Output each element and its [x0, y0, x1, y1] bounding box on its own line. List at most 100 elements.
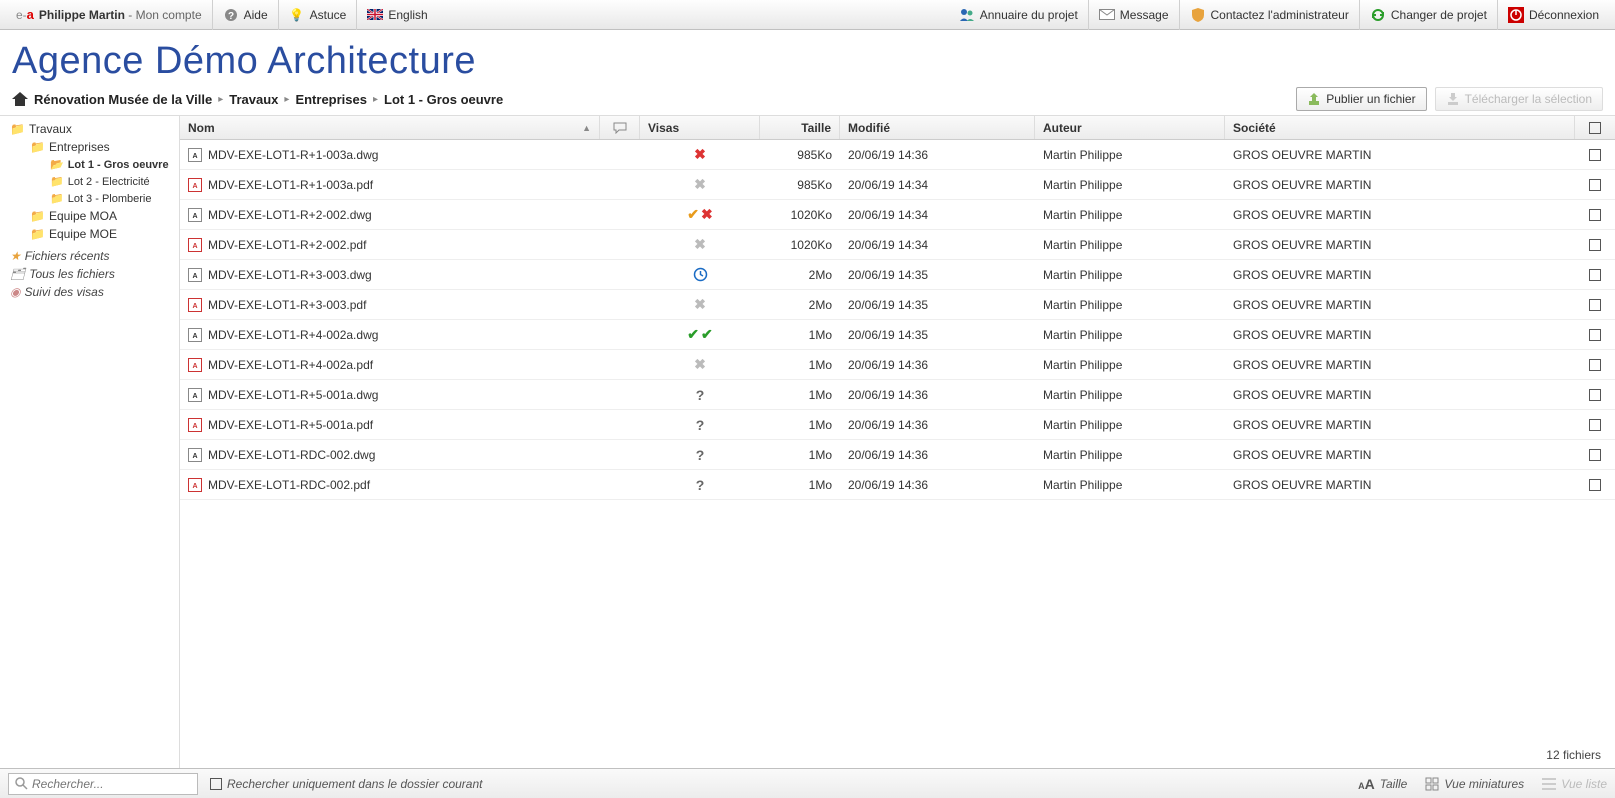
- search-current-folder-toggle[interactable]: Rechercher uniquement dans le dossier co…: [210, 777, 482, 791]
- column-author[interactable]: Auteur: [1035, 116, 1225, 139]
- search-input[interactable]: [32, 777, 191, 791]
- modified-cell: 20/06/19 14:34: [840, 178, 1035, 192]
- search-box[interactable]: [8, 773, 198, 795]
- row-checkbox[interactable]: [1589, 209, 1601, 221]
- row-checkbox[interactable]: [1589, 449, 1601, 461]
- table-row[interactable]: AMDV-EXE-LOT1-R+1-003a.dwg✖985Ko20/06/19…: [180, 140, 1615, 170]
- sidebar-item-recent[interactable]: ★Fichiers récents: [0, 247, 179, 265]
- change-project-button[interactable]: Changer de projet: [1360, 0, 1498, 30]
- visa-cell: ✖: [640, 356, 760, 373]
- column-name[interactable]: Nom▲: [180, 116, 600, 139]
- column-size[interactable]: Taille: [760, 116, 840, 139]
- view-thumbnails-button[interactable]: Vue miniatures: [1425, 777, 1524, 791]
- company-cell: GROS OEUVRE MARTIN: [1225, 238, 1575, 252]
- company-cell: GROS OEUVRE MARTIN: [1225, 178, 1575, 192]
- table-row[interactable]: AMDV-EXE-LOT1-R+3-003.dwg2Mo20/06/19 14:…: [180, 260, 1615, 290]
- table-row[interactable]: AMDV-EXE-LOT1-RDC-002.pdf?1Mo20/06/19 14…: [180, 470, 1615, 500]
- sidebar-item-lot3[interactable]: 📁Lot 3 - Plomberie: [0, 190, 179, 207]
- language-button[interactable]: English: [357, 0, 437, 30]
- modified-cell: 20/06/19 14:36: [840, 388, 1035, 402]
- visa-cell: ✖: [640, 236, 760, 253]
- file-name: MDV-EXE-LOT1-R+1-003a.pdf: [208, 178, 373, 192]
- column-select-all[interactable]: [1575, 116, 1615, 139]
- row-checkbox[interactable]: [1589, 179, 1601, 191]
- message-button[interactable]: Message: [1089, 0, 1180, 30]
- sidebar-item-lot1[interactable]: 📂Lot 1 - Gros oeuvre: [0, 156, 179, 173]
- row-checkbox[interactable]: [1589, 359, 1601, 371]
- breadcrumb-item[interactable]: Entreprises: [295, 92, 367, 107]
- sidebar-item-lot2[interactable]: 📁Lot 2 - Electricité: [0, 173, 179, 190]
- breadcrumb-item[interactable]: Travaux: [229, 92, 278, 107]
- directory-button[interactable]: Annuaire du projet: [949, 0, 1089, 30]
- table-row[interactable]: AMDV-EXE-LOT1-R+2-002.pdf✖1020Ko20/06/19…: [180, 230, 1615, 260]
- author-cell: Martin Philippe: [1035, 328, 1225, 342]
- table-row[interactable]: AMDV-EXE-LOT1-R+4-002a.pdf✖1Mo20/06/19 1…: [180, 350, 1615, 380]
- sort-asc-icon: ▲: [582, 123, 591, 133]
- row-checkbox[interactable]: [1589, 299, 1601, 311]
- breadcrumb-item[interactable]: Rénovation Musée de la Ville: [34, 92, 212, 107]
- comment-icon: [613, 122, 627, 134]
- company-cell: GROS OEUVRE MARTIN: [1225, 268, 1575, 282]
- table-row[interactable]: AMDV-EXE-LOT1-R+3-003.pdf✖2Mo20/06/19 14…: [180, 290, 1615, 320]
- dwg-file-icon: A: [188, 268, 202, 282]
- row-checkbox[interactable]: [1589, 149, 1601, 161]
- size-cell: 1Mo: [760, 478, 840, 492]
- pdf-file-icon: A: [188, 358, 202, 372]
- cross-icon: ✖: [694, 356, 706, 373]
- breadcrumb-item[interactable]: Lot 1 - Gros oeuvre: [384, 92, 503, 107]
- sidebar-item-moa[interactable]: 📁Equipe MOA: [0, 207, 179, 225]
- svg-text:A: A: [192, 393, 197, 400]
- tip-button[interactable]: 💡 Astuce: [279, 0, 358, 30]
- row-checkbox[interactable]: [1589, 419, 1601, 431]
- account-menu[interactable]: e-a Philippe Martin - Mon compte: [6, 0, 213, 30]
- row-checkbox[interactable]: [1589, 389, 1601, 401]
- change-project-label: Changer de projet: [1391, 8, 1487, 22]
- tip-label: Astuce: [310, 8, 347, 22]
- file-list: Nom▲ Visas Taille Modifié Auteur Société…: [180, 116, 1615, 768]
- pdf-file-icon: A: [188, 418, 202, 432]
- company-cell: GROS OEUVRE MARTIN: [1225, 298, 1575, 312]
- star-icon: ★: [10, 249, 21, 263]
- question-icon: ?: [696, 387, 705, 403]
- column-visas[interactable]: Visas: [640, 116, 760, 139]
- sidebar-item-moe[interactable]: 📁Equipe MOE: [0, 225, 179, 243]
- modified-cell: 20/06/19 14:35: [840, 328, 1035, 342]
- logout-label: Déconnexion: [1529, 8, 1599, 22]
- publish-file-button[interactable]: Publier un fichier: [1296, 87, 1426, 111]
- sidebar-item-entreprises[interactable]: 📁Entreprises: [0, 138, 179, 156]
- table-row[interactable]: AMDV-EXE-LOT1-R+1-003a.pdf✖985Ko20/06/19…: [180, 170, 1615, 200]
- visa-cell: ?: [640, 477, 760, 493]
- contact-admin-label: Contactez l'administrateur: [1211, 8, 1349, 22]
- sidebar-item-visas[interactable]: ◉Suivi des visas: [0, 283, 179, 301]
- sidebar-item-allfiles[interactable]: 🗂Tous les fichiers: [0, 265, 179, 283]
- author-cell: Martin Philippe: [1035, 358, 1225, 372]
- contact-admin-button[interactable]: Contactez l'administrateur: [1180, 0, 1360, 30]
- modified-cell: 20/06/19 14:36: [840, 478, 1035, 492]
- row-checkbox[interactable]: [1589, 239, 1601, 251]
- visa-cell: ?: [640, 387, 760, 403]
- help-button[interactable]: ? Aide: [213, 0, 279, 30]
- row-checkbox[interactable]: [1589, 479, 1601, 491]
- column-comment[interactable]: [600, 116, 640, 139]
- dwg-file-icon: A: [188, 148, 202, 162]
- table-row[interactable]: AMDV-EXE-LOT1-RDC-002.dwg?1Mo20/06/19 14…: [180, 440, 1615, 470]
- column-company[interactable]: Société: [1225, 116, 1575, 139]
- dwg-file-icon: A: [188, 448, 202, 462]
- text-size-button[interactable]: AA Taille: [1358, 776, 1407, 792]
- file-name: MDV-EXE-LOT1-R+3-003.dwg: [208, 268, 372, 282]
- home-icon[interactable]: [12, 92, 28, 106]
- view-list-button[interactable]: Vue liste: [1542, 777, 1607, 791]
- svg-text:A: A: [192, 423, 197, 430]
- column-modified[interactable]: Modifié: [840, 116, 1035, 139]
- table-row[interactable]: AMDV-EXE-LOT1-R+5-001a.dwg?1Mo20/06/19 1…: [180, 380, 1615, 410]
- row-checkbox[interactable]: [1589, 329, 1601, 341]
- modified-cell: 20/06/19 14:35: [840, 298, 1035, 312]
- logout-button[interactable]: Déconnexion: [1498, 0, 1609, 30]
- table-row[interactable]: AMDV-EXE-LOT1-R+2-002.dwg✔✖1020Ko20/06/1…: [180, 200, 1615, 230]
- sidebar-item-travaux[interactable]: 📁Travaux: [0, 120, 179, 138]
- row-checkbox[interactable]: [1589, 269, 1601, 281]
- modified-cell: 20/06/19 14:35: [840, 268, 1035, 282]
- table-row[interactable]: AMDV-EXE-LOT1-R+4-002a.dwg✔✔1Mo20/06/19 …: [180, 320, 1615, 350]
- user-name: Philippe Martin: [39, 8, 125, 22]
- table-row[interactable]: AMDV-EXE-LOT1-R+5-001a.pdf?1Mo20/06/19 1…: [180, 410, 1615, 440]
